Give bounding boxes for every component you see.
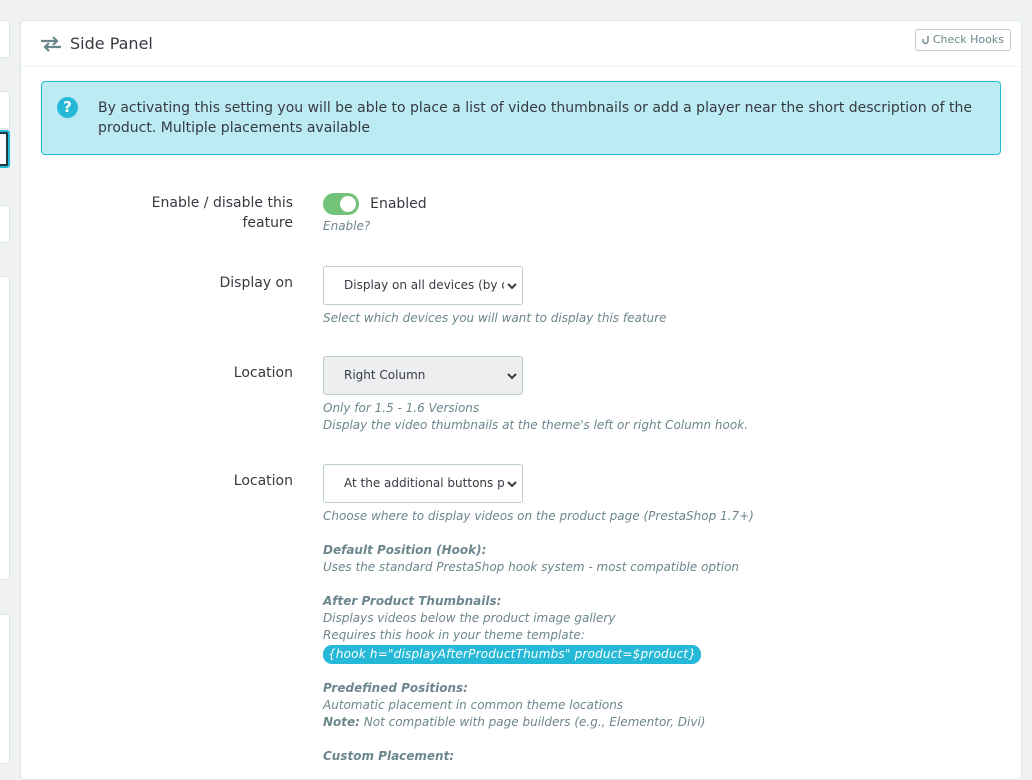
- adjacent-list: [0, 614, 10, 764]
- panel-title: Side Panel: [70, 34, 153, 53]
- display-on-field: Display on all devices (by default) Sele…: [323, 266, 666, 327]
- chevron-down-icon: [507, 373, 517, 380]
- hook-code-snippet: {hook h="displayAfterProductThumbs" prod…: [323, 645, 702, 664]
- check-hooks-button[interactable]: Check Hooks: [914, 29, 1011, 51]
- location-column-label: Location: [233, 365, 293, 381]
- default-position-title: Default Position (Hook):: [323, 543, 487, 557]
- location-product-select[interactable]: At the additional buttons place: [323, 464, 523, 503]
- panel-header: Side Panel Check Hooks: [21, 21, 1021, 67]
- enable-toggle[interactable]: [323, 193, 359, 215]
- question-icon: ?: [57, 97, 78, 118]
- display-on-help: Select which devices you will want to di…: [323, 311, 667, 325]
- enable-state-label: Enabled: [370, 196, 427, 212]
- check-hooks-label: Check Hooks: [932, 33, 1004, 46]
- location-product-help: Choose where to display videos on the pr…: [323, 508, 754, 765]
- location-column-help: Only for 1.5 - 1.6 Versions Display the …: [323, 400, 748, 434]
- display-on-select[interactable]: Display on all devices (by default): [323, 266, 523, 305]
- location-column-field: Right Column Only for 1.5 - 1.6 Versions…: [323, 356, 748, 434]
- help-intro: Choose where to display videos on the pr…: [323, 509, 754, 523]
- enable-label-line1: Enable / disable this: [151, 195, 293, 211]
- enable-field: Enabled Enable?: [323, 193, 427, 235]
- display-on-label: Display on: [219, 275, 294, 291]
- enable-label: Enable / disable this feature: [152, 193, 293, 233]
- custom-placement-title: Custom Placement:: [323, 749, 455, 763]
- adjacent-field: [0, 205, 10, 243]
- help-line: Display the video thumbnails at the them…: [323, 418, 748, 432]
- help-line: Only for 1.5 - 1.6 Versions: [323, 401, 480, 415]
- adjacent-field: [0, 91, 10, 129]
- display-on-value: Display on all devices (by default): [344, 278, 504, 292]
- hook-icon: [922, 35, 929, 44]
- alert-text: By activating this setting you will be a…: [98, 100, 972, 136]
- note-text: Not compatible with page builders (e.g.,…: [359, 715, 706, 729]
- chevron-down-icon: [507, 481, 517, 488]
- adjacent-field: [0, 20, 10, 58]
- predefined-desc: Automatic placement in common theme loca…: [323, 698, 624, 712]
- location-column-select[interactable]: Right Column: [323, 356, 523, 395]
- enable-help: Enable?: [323, 219, 371, 233]
- note-label: Note:: [323, 715, 360, 729]
- location-product-value: At the additional buttons place: [344, 476, 504, 490]
- toggle-knob: [340, 196, 356, 212]
- exchange-icon: [41, 35, 61, 52]
- info-alert: ? By activating this setting you will be…: [41, 81, 1001, 155]
- side-panel-settings: Side Panel Check Hooks ? By activating t…: [20, 20, 1022, 780]
- adjacent-field-focused[interactable]: [0, 130, 10, 168]
- location-column-value: Right Column: [344, 368, 426, 382]
- adjacent-list: [0, 276, 10, 580]
- predefined-title: Predefined Positions:: [323, 681, 468, 695]
- after-thumbs-desc: Displays videos below the product image …: [323, 611, 616, 625]
- after-thumbs-desc: Requires this hook in your theme templat…: [323, 628, 585, 642]
- enable-label-line2: feature: [242, 215, 293, 231]
- chevron-down-icon: [507, 283, 517, 290]
- location-product-label: Location: [233, 473, 293, 489]
- adjacent-panel-edge: [0, 0, 11, 764]
- location-product-field: At the additional buttons place Choose w…: [323, 464, 754, 765]
- default-position-desc: Uses the standard PrestaShop hook system…: [323, 560, 740, 574]
- after-thumbs-title: After Product Thumbnails:: [323, 594, 502, 608]
